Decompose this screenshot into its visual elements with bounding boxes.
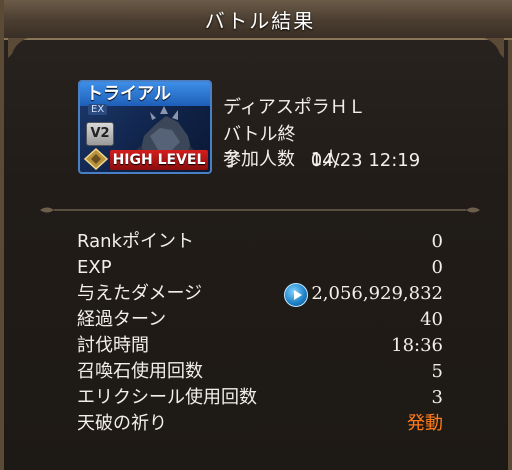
quest-thumbnail: トライアル EX V2 HIGH LEVEL xyxy=(78,80,212,174)
participants-value: 1人 xyxy=(310,149,341,170)
stat-summon-uses: 召喚石使用回数 5 xyxy=(77,360,443,384)
stat-label: 討伐時間 xyxy=(77,335,149,356)
crest-icon xyxy=(84,148,108,170)
stat-damage: 与えたダメージ 2,056,929,832 xyxy=(77,282,443,307)
stat-value: 3 xyxy=(431,387,443,408)
ex-label: EX xyxy=(88,104,108,115)
stat-tenpa-prayer: 天破の祈り 発動 xyxy=(77,412,443,436)
stat-label: 召喚石使用回数 xyxy=(77,361,203,382)
quest-name: ディアスポラＨＬ xyxy=(223,97,366,118)
trial-label: トライアル xyxy=(80,82,210,106)
page-title: バトル結果 xyxy=(204,8,316,33)
participants-label: 参加人数 xyxy=(223,149,295,170)
stat-value: 2,056,929,832 xyxy=(311,283,443,304)
play-icon[interactable] xyxy=(284,283,308,307)
stat-turns: 経過ターン 40 xyxy=(77,308,443,332)
stat-rank-points: Rankポイント 0 xyxy=(77,230,443,254)
ornamental-divider xyxy=(40,207,480,213)
version-badge: V2 xyxy=(86,122,114,146)
stat-value: 40 xyxy=(420,309,443,330)
stat-value: 5 xyxy=(431,361,443,382)
stat-label: 天破の祈り xyxy=(77,413,167,434)
stat-value: 発動 xyxy=(407,413,443,434)
stat-label: EXP xyxy=(77,257,112,278)
stat-exp: EXP 0 xyxy=(77,256,443,280)
corner-ornament-left xyxy=(8,38,28,58)
stat-label: 与えたダメージ xyxy=(77,283,203,304)
stat-elixir-uses: エリクシール使用回数 3 xyxy=(77,386,443,410)
stat-label: 経過ターン xyxy=(77,309,167,330)
participants-row: 参加人数 1人 xyxy=(223,145,340,171)
stat-value: 0 xyxy=(431,231,443,252)
high-level-label: HIGH LEVEL xyxy=(110,150,208,170)
stat-label: Rankポイント xyxy=(77,231,194,252)
battle-result-panel: バトル結果 トライアル EX V2 HIGH LEVEL ディアスポラＨＬ バト… xyxy=(0,0,512,470)
stat-value: 18:36 xyxy=(391,335,443,356)
stat-clear-time: 討伐時間 18:36 xyxy=(77,334,443,358)
stat-value: 0 xyxy=(431,257,443,278)
corner-ornament-right xyxy=(484,38,504,58)
stat-label: エリクシール使用回数 xyxy=(77,387,257,408)
panel-header: バトル結果 xyxy=(4,0,512,40)
